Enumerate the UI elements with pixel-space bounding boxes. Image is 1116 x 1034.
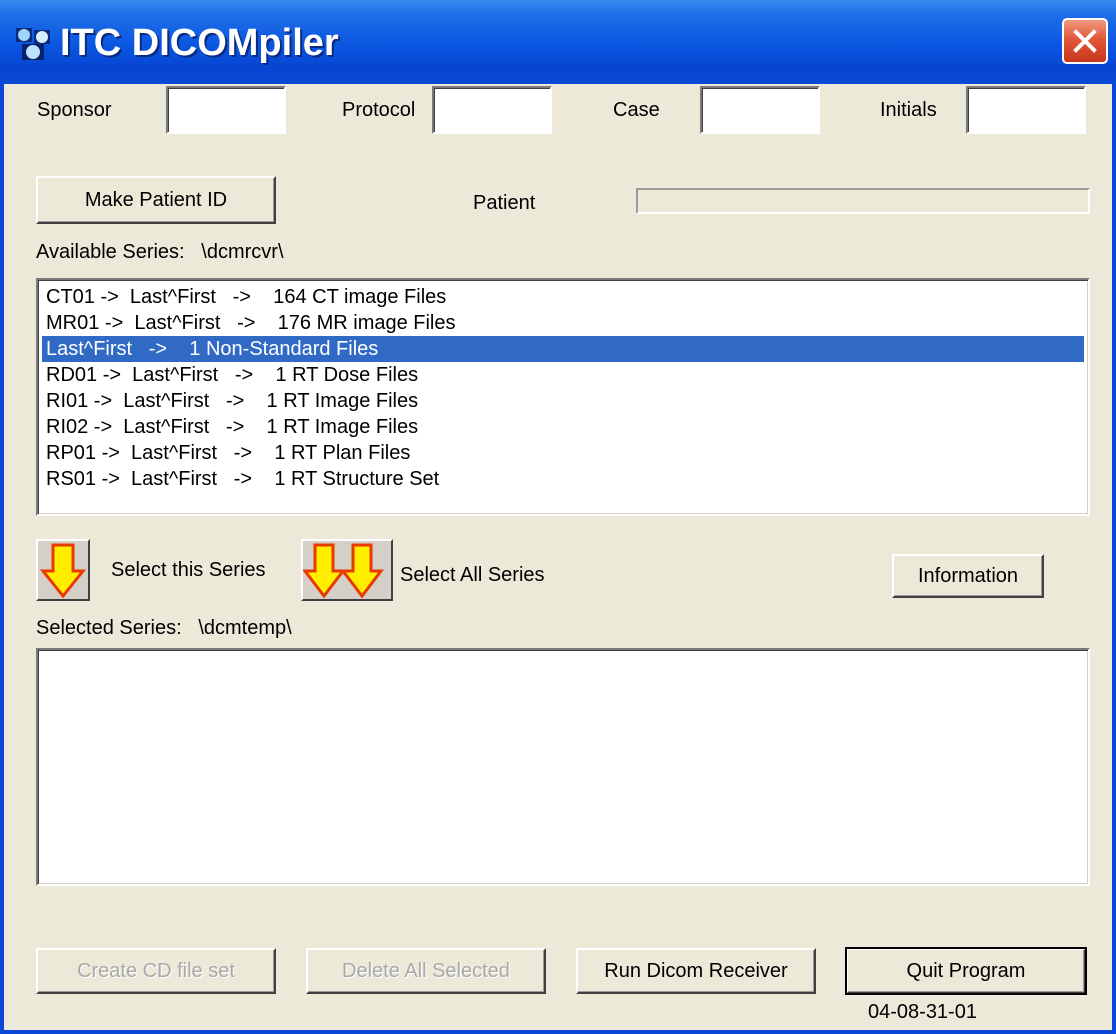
selected-series-path: \dcmtemp\ (198, 617, 292, 639)
run-dicom-receiver-button[interactable]: Run Dicom Receiver (576, 948, 816, 994)
available-series-path: \dcmrcvr\ (201, 241, 284, 263)
delete-all-selected-button[interactable]: Delete All Selected (306, 948, 546, 994)
close-button[interactable] (1062, 18, 1108, 64)
list-item[interactable]: CT01 -> Last^First -> 164 CT image Files (42, 284, 1084, 310)
case-input[interactable] (700, 86, 820, 134)
app-icon (14, 24, 54, 64)
make-patient-id-button[interactable]: Make Patient ID (36, 176, 276, 224)
sponsor-label: Sponsor (37, 99, 112, 121)
select-this-series-label: Select this Series (111, 559, 266, 581)
version-label: 04-08-31-01 (868, 1001, 977, 1023)
double-down-arrow-icon (303, 543, 385, 599)
available-series-label: Available Series: \dcmrcvr\ (36, 240, 284, 264)
client-area: Sponsor Protocol Case Initials Make Pati… (4, 84, 1112, 1030)
protocol-label: Protocol (342, 99, 416, 121)
selected-series-list[interactable] (36, 648, 1090, 886)
list-item[interactable]: MR01 -> Last^First -> 176 MR image Files (42, 310, 1084, 336)
initials-input[interactable] (966, 86, 1086, 134)
select-this-series-button[interactable] (36, 539, 90, 601)
case-label: Case (613, 99, 660, 121)
selected-series-caption: Selected Series: (36, 617, 182, 639)
list-item[interactable]: RD01 -> Last^First -> 1 RT Dose Files (42, 362, 1084, 388)
list-item[interactable]: RS01 -> Last^First -> 1 RT Structure Set (42, 466, 1084, 492)
quit-program-button[interactable]: Quit Program (845, 947, 1087, 995)
list-item[interactable]: Last^First -> 1 Non-Standard Files (42, 336, 1084, 362)
sponsor-input[interactable] (166, 86, 286, 134)
app-window: ITC DICOMpiler Sponsor Protocol Case Ini… (0, 0, 1116, 1034)
selected-series-label: Selected Series: \dcmtemp\ (36, 616, 292, 640)
select-all-series-button[interactable] (301, 539, 393, 601)
patient-progress-bar (636, 188, 1090, 214)
available-series-caption: Available Series: (36, 241, 185, 263)
list-item[interactable]: RI02 -> Last^First -> 1 RT Image Files (42, 414, 1084, 440)
single-down-arrow-icon (39, 543, 87, 599)
window-title: ITC DICOMpiler (60, 22, 339, 64)
initials-label: Initials (880, 99, 937, 121)
protocol-input[interactable] (432, 86, 552, 134)
create-cd-file-set-button[interactable]: Create CD file set (36, 948, 276, 994)
title-bar[interactable]: ITC DICOMpiler (0, 0, 1116, 84)
close-icon (1073, 29, 1097, 53)
information-button[interactable]: Information (892, 554, 1044, 598)
list-item[interactable]: RI01 -> Last^First -> 1 RT Image Files (42, 388, 1084, 414)
patient-label: Patient (473, 192, 536, 214)
list-item[interactable]: RP01 -> Last^First -> 1 RT Plan Files (42, 440, 1084, 466)
select-all-series-label: Select All Series (400, 564, 545, 586)
available-series-list[interactable]: CT01 -> Last^First -> 164 CT image Files… (36, 278, 1090, 516)
